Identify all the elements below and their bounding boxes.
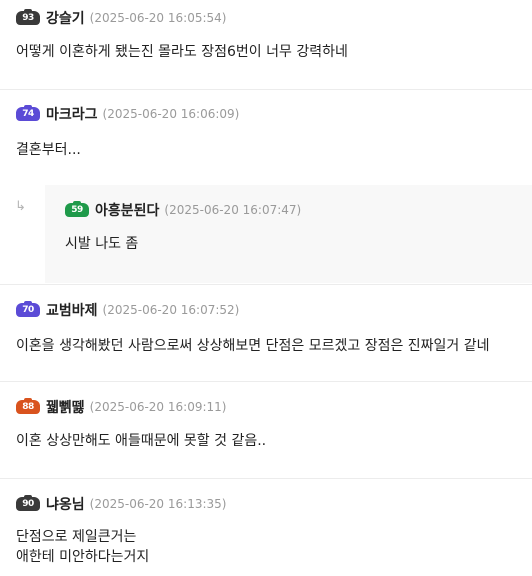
level-badge-icon: 90 [16, 495, 40, 513]
author-name[interactable]: 꿻뻵뗋 [46, 397, 85, 417]
comment-date: (2025-06-20 16:09:11) [89, 400, 227, 414]
comment-item: 93 강슬기 (2025-06-20 16:05:54) 어떻게 이혼하게 됐는… [0, 0, 532, 90]
reply-item: 59 아흥분된다 (2025-06-20 16:07:47) 시발 나도 좀 [45, 185, 532, 283]
author-name[interactable]: 교범바제 [46, 300, 98, 320]
comment-text: 단점으로 제일큰거는 애한테 미안하다는거지 [16, 529, 150, 565]
reply-text: 시발 나도 좀 [65, 236, 139, 252]
comment-text: 결혼부터... [16, 142, 81, 158]
comment-date: (2025-06-20 16:06:09) [102, 107, 240, 121]
comment-date: (2025-06-20 16:07:52) [102, 303, 240, 317]
comment-item: 88 꿻뻵뗋 (2025-06-20 16:09:11) 이혼 상상만해도 애들… [0, 382, 532, 479]
comment-list: 93 강슬기 (2025-06-20 16:05:54) 어떻게 이혼하게 됐는… [0, 0, 532, 576]
comment-header: 90 냐옹님 (2025-06-20 16:13:35) [16, 494, 226, 514]
comment-header: 70 교범바제 (2025-06-20 16:07:52) [16, 300, 239, 320]
comment-date: (2025-06-20 16:05:54) [89, 11, 227, 25]
author-name[interactable]: 아흥분된다 [95, 200, 159, 220]
reply-arrow-icon: ↳ [15, 199, 26, 214]
comment-date: (2025-06-20 16:07:47) [164, 203, 302, 217]
level-badge-icon: 70 [16, 301, 40, 319]
level-badge-icon: 59 [65, 201, 89, 219]
comment-text: 어떻게 이혼하게 됐는진 몰라도 장점6번이 너무 강력하네 [16, 44, 348, 60]
comment-header: 74 마크라그 (2025-06-20 16:06:09) [16, 104, 239, 124]
comment-item: 70 교범바제 (2025-06-20 16:07:52) 이혼을 생각해봤던 … [0, 285, 532, 382]
level-badge-icon: 74 [16, 105, 40, 123]
comment-text: 이혼 상상만해도 애들때문에 못할 것 같음.. [16, 433, 267, 449]
author-name[interactable]: 냐옹님 [46, 494, 85, 514]
reply-header: 59 아흥분된다 (2025-06-20 16:07:47) [65, 200, 301, 220]
comment-item: 90 냐옹님 (2025-06-20 16:13:35) 단점으로 제일큰거는 … [0, 479, 532, 576]
comment-header: 88 꿻뻵뗋 (2025-06-20 16:09:11) [16, 397, 226, 417]
comment-text: 이혼을 생각해봤던 사람으로써 상상해보면 단점은 모르겠고 장점은 진짜일거 … [16, 338, 490, 354]
comment-date: (2025-06-20 16:13:35) [89, 497, 227, 511]
level-badge-icon: 88 [16, 398, 40, 416]
level-badge-icon: 93 [16, 9, 40, 27]
author-name[interactable]: 강슬기 [46, 8, 85, 28]
comment-header: 93 강슬기 (2025-06-20 16:05:54) [16, 8, 226, 28]
author-name[interactable]: 마크라그 [46, 104, 98, 124]
